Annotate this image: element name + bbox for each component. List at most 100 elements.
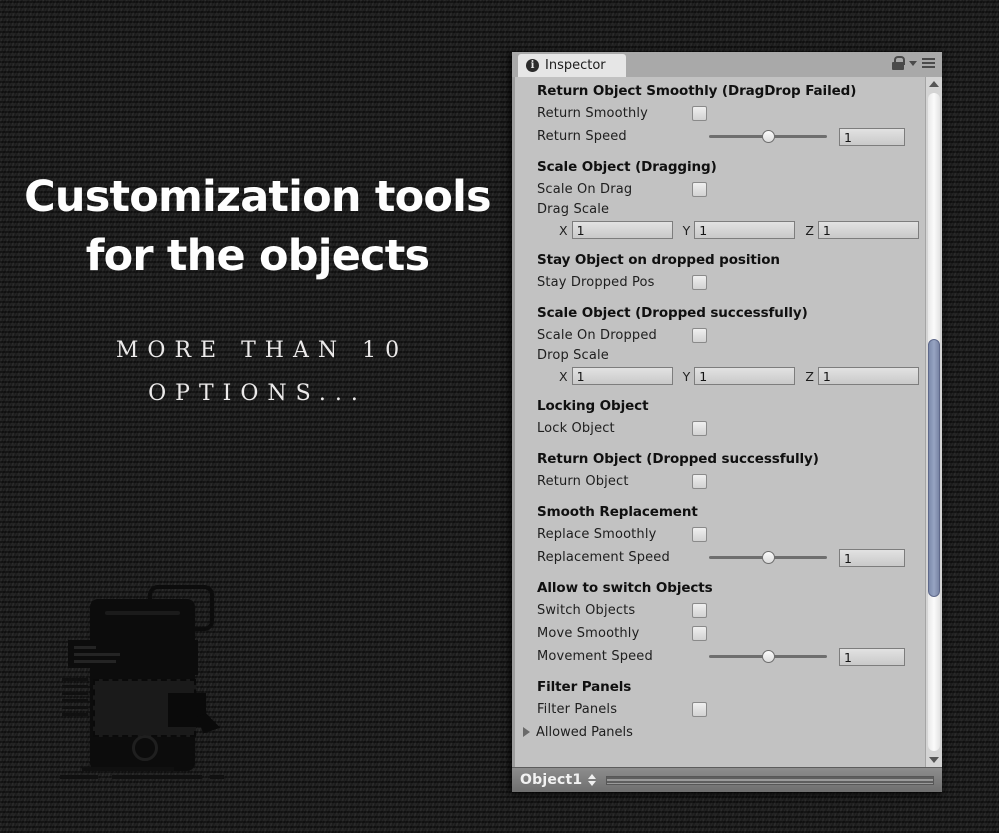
property-group: Scale Object (Dragging) Scale On Drag Drag… [515,158,919,241]
property-row-vector3: X1Y1Z1 [515,219,919,241]
axis-label-z: Z [805,368,814,384]
inspector-properties: Return Object Smoothly (DragDrop Failed)… [515,77,919,753]
checkbox[interactable] [692,182,707,197]
scroll-down-arrow-icon[interactable] [926,753,942,767]
page-title: Customization tools for the objects [24,172,491,282]
footer-grip-bar[interactable] [606,775,934,785]
property-row-toggle: Return Smoothly [515,102,919,125]
screenshot-root: Customization tools for the objects MORE… [0,0,999,833]
checkbox[interactable] [692,603,707,618]
slider[interactable]: 1 [709,548,919,567]
scrollbar-thumb[interactable] [928,339,940,597]
slider-track[interactable] [709,130,827,143]
property-group: Smooth Replacement Replace Smoothly Replac… [515,503,919,569]
vector-field-z[interactable]: 1 [817,367,919,385]
property-group-title: Scale Object (Dragging) [537,159,717,175]
property-row-toggle: Lock Object [515,417,919,440]
titlebar-controls [892,56,935,70]
slider-track[interactable] [709,650,827,663]
property-row-vector3: X1Y1Z1 [515,365,919,387]
slider-knob[interactable] [762,130,776,143]
slider[interactable]: 1 [709,127,919,146]
property-group-title: Locking Object [537,398,649,414]
up-down-stepper-icon[interactable] [588,774,597,786]
axis-label-y: Y [682,368,691,384]
slider-knob[interactable] [762,551,776,564]
property-row-toggle: Switch Objects [515,599,919,622]
property-label: Drop Scale [537,348,609,363]
property-group-title: Stay Object on dropped position [537,252,780,268]
property-group-title: Smooth Replacement [537,504,698,520]
checkbox[interactable] [692,106,707,121]
property-row-toggle: Move Smoothly [515,622,919,645]
tab-inspector-label: Inspector [545,58,606,73]
property-group: Return Object (Dropped successfully) Retu… [515,450,919,493]
inspector-footer: Object1 [512,767,942,792]
property-group: Locking Object Lock Object [515,397,919,440]
slider-value-field[interactable]: 1 [839,647,905,666]
axis-label-x: X [559,222,568,238]
slider[interactable]: 1 [709,647,919,666]
slider-value-field[interactable]: 1 [839,127,905,146]
property-label: Allowed Panels [536,724,633,740]
checkbox[interactable] [692,275,707,290]
property-label: Drag Scale [537,202,610,217]
property-label: Replace Smoothly [537,527,657,542]
slider-value-field[interactable]: 1 [839,548,905,567]
property-label: Movement Speed [537,649,653,664]
axis-label-x: X [559,368,568,384]
property-label: Scale On Dropped [537,328,657,343]
slider-knob[interactable] [762,650,776,663]
property-row-slider: Replacement Speed 1 [515,546,919,569]
property-label: Return Object [537,474,629,489]
property-row-foldout[interactable]: Allowed Panels [515,721,919,743]
menu-icon[interactable] [922,58,935,68]
vector-field-x[interactable]: 1 [571,367,673,385]
property-group-title: Allow to switch Objects [537,580,713,596]
slider-track[interactable] [709,551,827,564]
vector-field-y[interactable]: 1 [694,367,796,385]
vector-field-z[interactable]: 1 [817,221,919,239]
vertical-scrollbar[interactable] [925,77,942,767]
chevron-right-icon[interactable] [523,727,530,737]
property-label: Return Speed [537,129,627,144]
property-group: Filter Panels Filter Panels Allowed Panels [515,678,919,743]
property-label: Move Smoothly [537,626,640,641]
property-label: Stay Dropped Pos [537,275,655,290]
chevron-down-icon[interactable] [909,60,917,66]
phone-drag-drop-illustration [60,585,290,800]
selected-object-label[interactable]: Object1 [520,772,582,788]
checkbox[interactable] [692,328,707,343]
checkbox[interactable] [692,474,707,489]
property-group: Allow to switch Objects Switch Objects Mov… [515,579,919,668]
property-label: Filter Panels [537,702,618,717]
property-row-toggle: Return Object [515,470,919,493]
lock-icon[interactable] [892,56,905,70]
info-icon: i [526,59,539,72]
page-subtitle: MORE THAN 10 OPTIONS... [115,338,409,406]
axis-label-y: Y [682,222,691,238]
property-row-slider: Movement Speed 1 [515,645,919,668]
property-row-toggle: Filter Panels [515,698,919,721]
scroll-up-arrow-icon[interactable] [926,77,942,91]
property-group: Return Object Smoothly (DragDrop Failed)… [515,82,919,148]
property-label: Lock Object [537,421,615,436]
vector-field-x[interactable]: 1 [571,221,673,239]
vector-field-y[interactable]: 1 [694,221,796,239]
property-label: Scale On Drag [537,182,633,197]
inspector-scroll-area: Return Object Smoothly (DragDrop Failed)… [512,77,942,767]
checkbox[interactable] [692,626,707,641]
property-group-title: Return Object Smoothly (DragDrop Failed) [537,83,857,99]
property-label: Switch Objects [537,603,636,618]
property-group: Scale Object (Dropped successfully) Scale… [515,304,919,387]
checkbox[interactable] [692,702,707,717]
property-group-title: Return Object (Dropped successfully) [537,451,819,467]
property-row-slider: Return Speed 1 [515,125,919,148]
axis-label-z: Z [805,222,814,238]
property-label: Return Smoothly [537,106,648,121]
property-row-toggle: Scale On Dropped [515,324,919,347]
checkbox[interactable] [692,527,707,542]
checkbox[interactable] [692,421,707,436]
property-row-toggle: Replace Smoothly [515,523,919,546]
tab-inspector[interactable]: i Inspector [518,54,626,77]
